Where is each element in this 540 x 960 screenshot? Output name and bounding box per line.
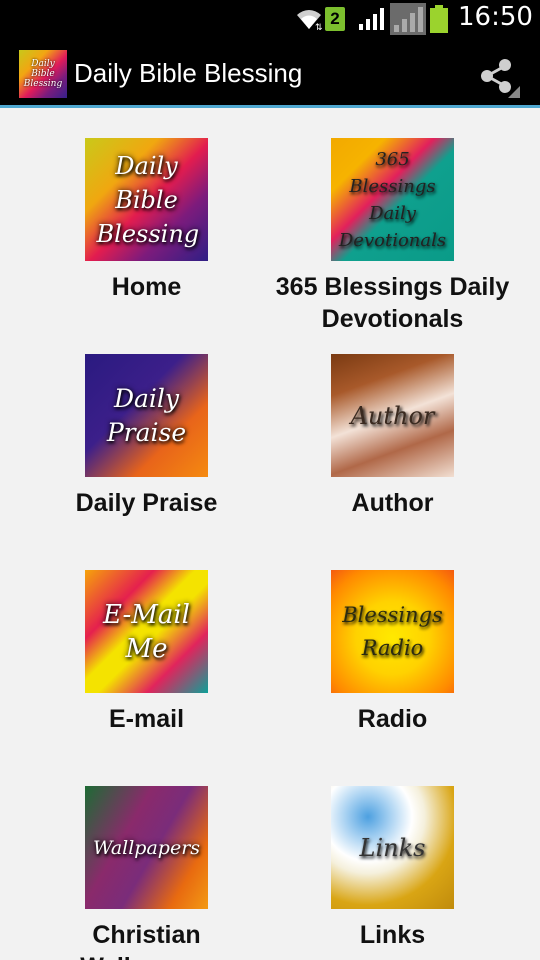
home-image-text: Daily Bible Blessing	[96, 151, 200, 248]
tile-email[interactable]: E-Mail Me E-mail	[24, 570, 269, 735]
tile-christian-wallpapers[interactable]: Wallpapers Christian Wallpapers	[24, 786, 269, 960]
tile-daily-praise[interactable]: Daily Praise Daily Praise	[24, 354, 269, 519]
tile-links[interactable]: Links Links	[270, 786, 515, 951]
status-bar: ⇅ 2 16:50	[0, 0, 540, 38]
365-blessings-image-text: 365 Blessings Daily Devotionals	[338, 148, 447, 251]
author-image-text: Author	[350, 401, 435, 430]
daily-praise-image-text: Daily Praise	[106, 383, 187, 447]
author-image: Author	[331, 354, 454, 477]
battery-icon	[430, 5, 448, 33]
signal-icon	[359, 8, 384, 30]
app-icon-text: Daily Bible Blessing	[23, 59, 63, 89]
app-icon[interactable]: Daily Bible Blessing	[19, 50, 67, 98]
svg-text:⇅: ⇅	[315, 23, 323, 31]
email-label: E-mail	[108, 705, 185, 733]
daily-praise-image: Daily Praise	[85, 354, 208, 477]
home-image: Daily Bible Blessing	[85, 138, 208, 261]
wallpapers-image: Wallpapers	[85, 786, 208, 909]
radio-label: Radio	[357, 705, 428, 733]
tile-author[interactable]: Author Author	[270, 354, 515, 519]
home-label: Home	[111, 273, 182, 301]
365-blessings-label: 365 Blessings Daily Devotionals	[275, 273, 510, 333]
wallpapers-label: Christian Wallpapers	[80, 921, 212, 960]
status-time: 16:50	[458, 2, 533, 32]
wallpapers-image-text: Wallpapers	[92, 836, 201, 859]
notification-badge: 2	[325, 7, 345, 31]
radio-image: Blessings Radio	[331, 570, 454, 693]
daily-praise-label: Daily Praise	[75, 489, 218, 517]
365-blessings-image: 365 Blessings Daily Devotionals	[331, 138, 454, 261]
tile-365-blessings[interactable]: 365 Blessings Daily Devotionals 365 Bles…	[270, 138, 515, 335]
links-label: Links	[359, 921, 426, 949]
links-image: Links	[331, 786, 454, 909]
app-title: Daily Bible Blessing	[74, 58, 303, 88]
radio-image-text: Blessings Radio	[342, 602, 443, 660]
email-image: E-Mail Me	[85, 570, 208, 693]
author-label: Author	[351, 489, 434, 517]
action-bar: Daily Bible Blessing Daily Bible Blessin…	[0, 38, 540, 108]
secondary-signal-icon	[390, 3, 426, 35]
wifi-icon: ⇅	[297, 10, 323, 31]
links-image-text: Links	[359, 833, 426, 862]
email-image-text: E-Mail Me	[102, 599, 190, 664]
tile-radio[interactable]: Blessings Radio Radio	[270, 570, 515, 735]
tile-home[interactable]: Daily Bible Blessing Home	[24, 138, 269, 303]
share-icon[interactable]	[476, 54, 520, 98]
menu-grid: Daily Bible Blessing Home 365 Blessings …	[0, 108, 540, 960]
